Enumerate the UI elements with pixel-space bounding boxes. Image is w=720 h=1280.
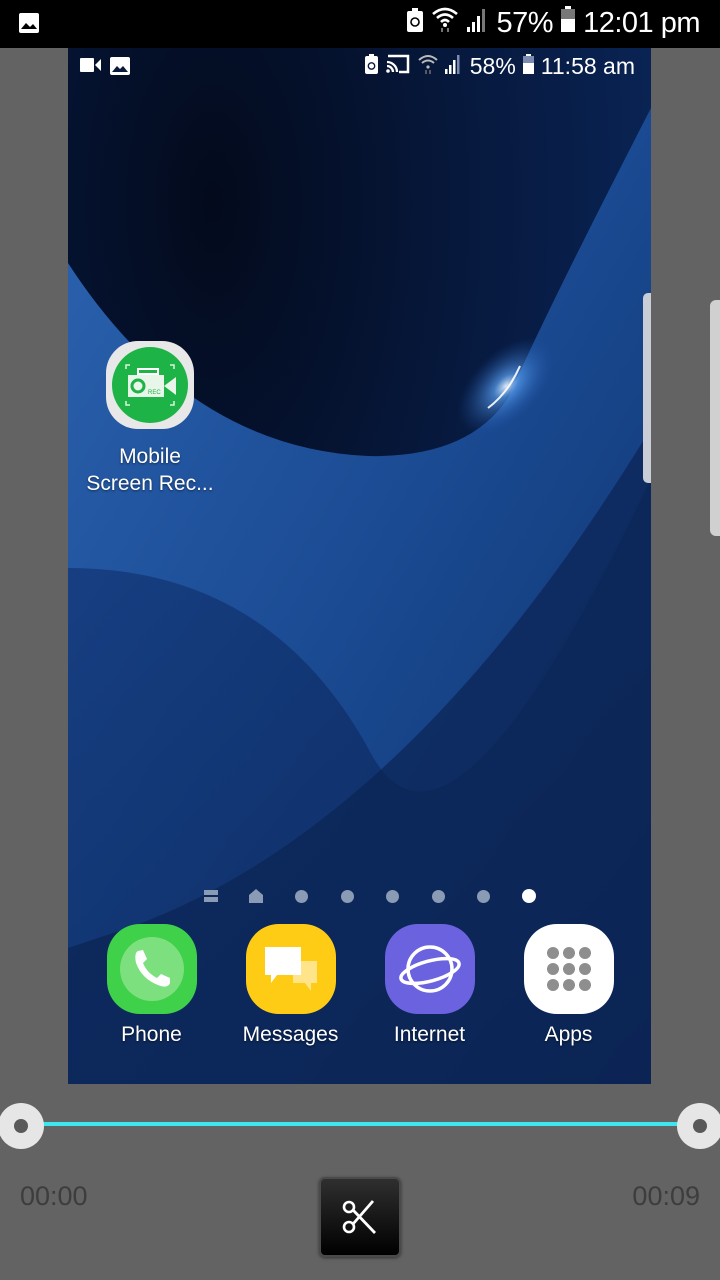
- page-dot: [279, 886, 325, 906]
- edge-panel-handle-outer[interactable]: [710, 300, 720, 536]
- trim-end-handle[interactable]: [677, 1103, 720, 1149]
- image-icon: [110, 57, 130, 80]
- messages-app-icon: [245, 924, 336, 1014]
- dock-item-apps: Apps: [499, 924, 638, 1047]
- trim-range-track[interactable]: [22, 1122, 700, 1126]
- shortcut-label-line1: Mobile: [119, 445, 181, 468]
- rec-badge: REC: [148, 390, 161, 396]
- internet-app-icon: [384, 924, 475, 1014]
- menu-pages-icon: [203, 890, 218, 902]
- edge-panel-handle: [643, 293, 651, 483]
- video-preview[interactable]: 58% 11:58 am REC Mobile Screen Rec... Ph…: [68, 48, 651, 1084]
- battery-icon: [522, 53, 534, 80]
- page-dot: [416, 886, 462, 906]
- video-camera-icon: [80, 57, 102, 80]
- preview-clock: 11:58 am: [540, 53, 635, 79]
- signal-icon: [466, 7, 489, 40]
- preview-battery-percent: 58%: [469, 53, 516, 79]
- screen-recorder-app-icon: REC: [106, 341, 194, 429]
- page-indicator-menu: [188, 886, 234, 906]
- shortcut-label-line2: Screen Rec...: [86, 472, 214, 495]
- battery-saver-icon: [406, 7, 423, 40]
- page-indicator-home: [234, 886, 280, 906]
- page-dot-active: [507, 886, 553, 906]
- phone-app-icon: [106, 924, 197, 1014]
- page-indicator: [188, 886, 552, 906]
- wifi-icon: [418, 53, 438, 80]
- trim-end-time: 00:09: [632, 1181, 700, 1211]
- page-dot: [461, 886, 507, 906]
- dock-label-phone: Phone: [121, 1023, 182, 1046]
- battery-saver-icon: [364, 53, 378, 80]
- page-dot: [370, 886, 416, 906]
- wifi-icon: [431, 6, 459, 40]
- status-bar: 57% 12:01 pm: [0, 0, 720, 48]
- signal-icon: [444, 53, 463, 80]
- image-icon: [18, 13, 40, 38]
- cut-button[interactable]: [319, 1177, 401, 1257]
- trim-start-time: 00:00: [20, 1181, 88, 1211]
- home-shortcut-mobile-screen-recorder: REC Mobile Screen Rec...: [82, 341, 218, 497]
- battery-percent: 57%: [496, 6, 554, 39]
- cast-icon: [385, 53, 411, 80]
- preview-status-bar: 58% 11:58 am: [68, 48, 651, 88]
- dock-label-apps: Apps: [544, 1023, 593, 1046]
- clock: 12:01 pm: [583, 6, 700, 39]
- dock-label-messages: Messages: [242, 1023, 339, 1046]
- battery-icon: [561, 6, 576, 40]
- trim-start-handle[interactable]: [0, 1103, 44, 1149]
- dock-label-internet: Internet: [393, 1023, 466, 1046]
- home-page-icon: [249, 889, 264, 903]
- dock-item-internet: Internet: [360, 924, 499, 1047]
- dock: Phone Messages Internet Apps: [68, 924, 651, 1047]
- dock-item-phone: Phone: [82, 924, 221, 1047]
- apps-grid-icon: [523, 924, 614, 1014]
- scissors-icon: [342, 1200, 377, 1234]
- dock-item-messages: Messages: [221, 924, 360, 1047]
- page-dot: [325, 886, 371, 906]
